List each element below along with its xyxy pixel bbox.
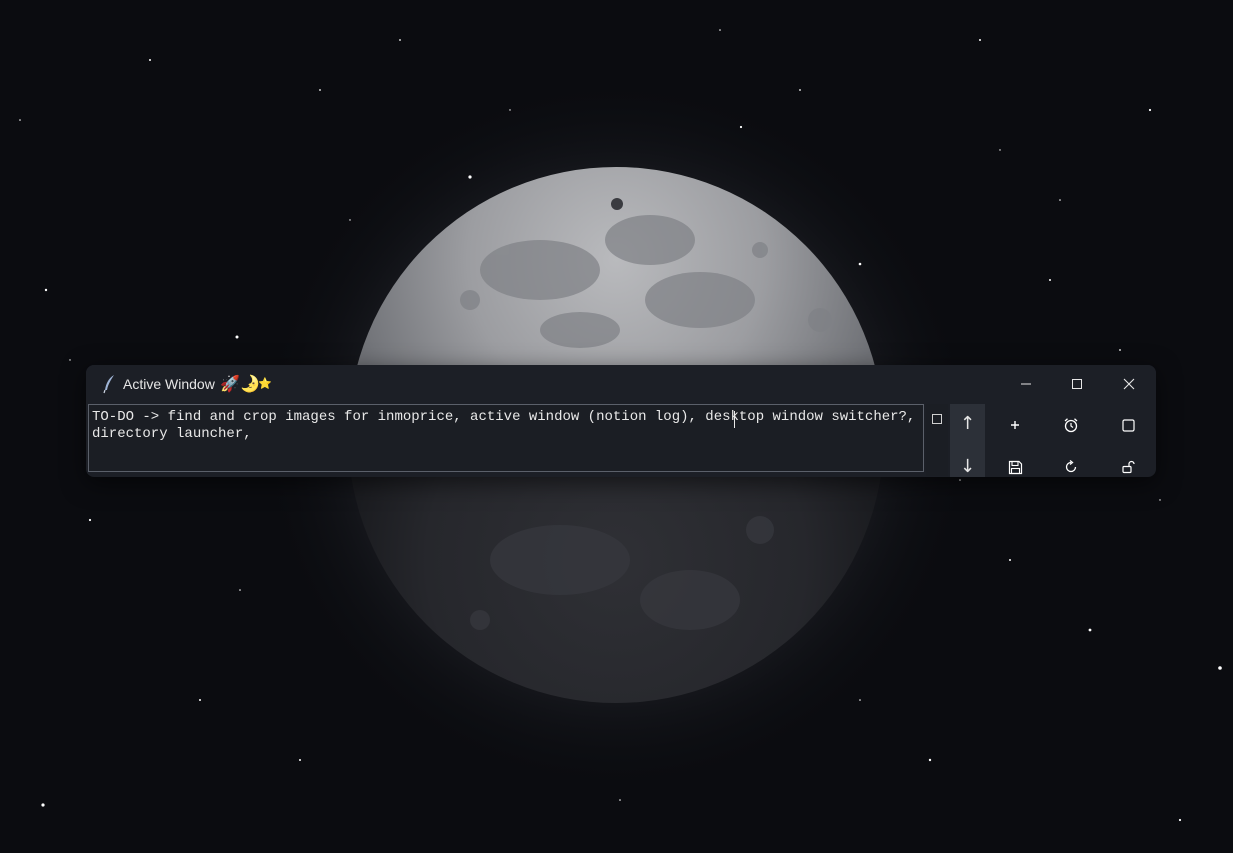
maximize-icon bbox=[1072, 379, 1082, 389]
rocket-icon: 🚀 bbox=[220, 374, 240, 393]
minimize-button[interactable] bbox=[1002, 365, 1050, 403]
quill-pen-icon bbox=[103, 375, 114, 394]
down-arrow-button[interactable]: ↓ bbox=[960, 456, 975, 477]
minimize-icon bbox=[1021, 383, 1031, 385]
refresh-button[interactable] bbox=[1053, 449, 1089, 477]
note-text-editor[interactable]: TO-DO -> find and crop images for inmopr… bbox=[88, 404, 924, 472]
star-icon: ⭐ bbox=[258, 377, 272, 390]
square-icon bbox=[1121, 418, 1135, 432]
active-window-app: Active Window 🚀 🌛 ⭐ TO-DO -> find and cr… bbox=[86, 365, 1156, 477]
note-text[interactable]: TO-DO -> find and crop images for inmopr… bbox=[92, 409, 924, 443]
save-button[interactable] bbox=[997, 449, 1033, 477]
floppy-disk-icon bbox=[1008, 460, 1022, 474]
crescent-moon-icon: 🌛 bbox=[240, 374, 260, 393]
navigation-panel: ↑ ↓ bbox=[950, 404, 985, 477]
unlock-icon bbox=[1122, 460, 1135, 474]
refresh-icon bbox=[1065, 460, 1077, 473]
plus-icon bbox=[1011, 421, 1019, 429]
square-button[interactable] bbox=[1110, 407, 1146, 443]
close-icon bbox=[1123, 378, 1135, 390]
scrollbar-thumb-icon[interactable] bbox=[932, 414, 942, 424]
maximize-button[interactable] bbox=[1053, 365, 1101, 403]
window-title: Active Window bbox=[123, 376, 215, 392]
text-caret bbox=[734, 411, 735, 428]
title-bar[interactable]: Active Window 🚀 🌛 ⭐ bbox=[86, 365, 1156, 403]
close-button[interactable] bbox=[1105, 365, 1153, 403]
alarm-button[interactable] bbox=[1053, 407, 1089, 443]
alarm-clock-icon bbox=[1064, 418, 1078, 433]
lock-button[interactable] bbox=[1110, 449, 1146, 477]
add-button[interactable] bbox=[997, 407, 1033, 443]
up-arrow-button[interactable]: ↑ bbox=[960, 413, 975, 434]
